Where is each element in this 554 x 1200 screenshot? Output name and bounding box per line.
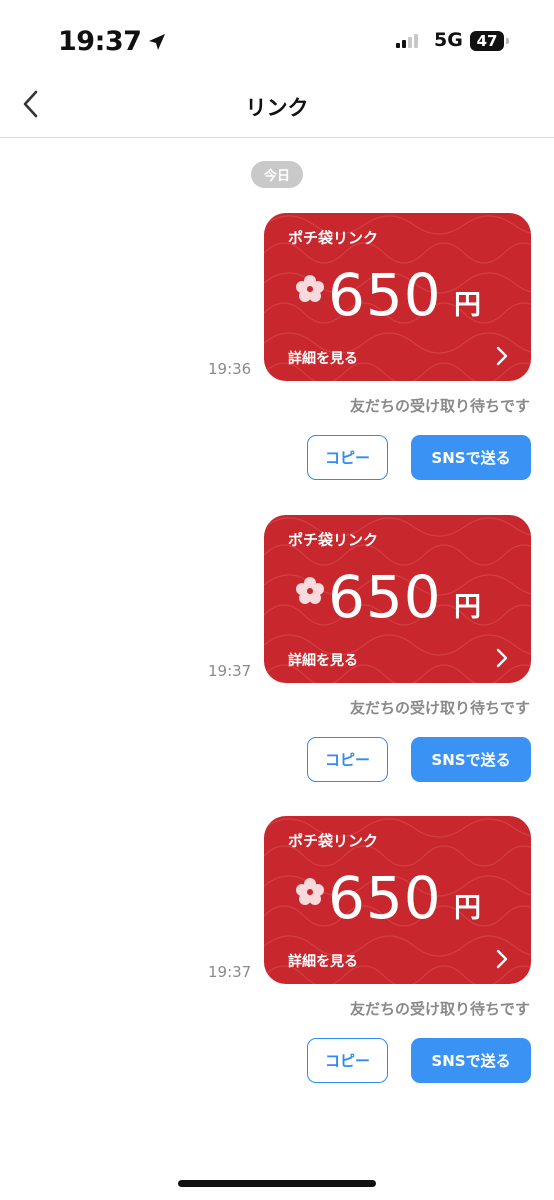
- message-time: 19:37: [208, 662, 252, 680]
- sns-send-button[interactable]: SNSで送る: [411, 435, 531, 480]
- plum-blossom-icon: [296, 878, 324, 905]
- network-type: 5G: [434, 29, 463, 51]
- date-chip: 今日: [251, 161, 303, 188]
- status-text: 友だちの受け取り待ちです: [349, 397, 530, 415]
- status-text: 友だちの受け取り待ちです: [349, 699, 530, 717]
- battery-indicator: 47: [470, 31, 509, 51]
- message-time: 19:37: [208, 963, 252, 981]
- signal-icon: [396, 34, 418, 48]
- amount-value: 650: [328, 864, 442, 932]
- clock-text: 19:37: [58, 26, 142, 57]
- detail-link[interactable]: 詳細を見る: [288, 348, 358, 368]
- pochi-link-card[interactable]: ポチ袋リンク 650 円 詳細を見る: [264, 515, 531, 683]
- status-time: 19:37: [58, 26, 167, 57]
- detail-link[interactable]: 詳細を見る: [288, 650, 358, 670]
- message-item: 19:37 ポチ袋リンク 650 円 詳細を見る 友だちの受け取り待ちです コピ…: [0, 816, 554, 1096]
- message-item: 19:36 ポチ袋リンク 650 円 詳細を見る 友だちの受け取り待ちです コピ…: [0, 213, 554, 493]
- copy-button[interactable]: コピー: [307, 1038, 388, 1083]
- page-title: リンク: [245, 96, 309, 120]
- card-label: ポチ袋リンク: [288, 832, 379, 850]
- amount-value: 650: [328, 261, 442, 329]
- location-arrow-icon: [149, 33, 166, 50]
- pochi-link-card[interactable]: ポチ袋リンク 650 円 詳細を見る: [264, 816, 531, 984]
- chevron-right-icon: [496, 949, 508, 969]
- message-time: 19:36: [208, 360, 252, 378]
- status-bar: 19:37 5G 47: [0, 0, 554, 72]
- sns-send-button[interactable]: SNSで送る: [411, 737, 531, 782]
- copy-button[interactable]: コピー: [307, 435, 388, 480]
- currency-label: 円: [454, 290, 481, 321]
- copy-button[interactable]: コピー: [307, 737, 388, 782]
- currency-label: 円: [454, 893, 481, 924]
- card-label: ポチ袋リンク: [288, 531, 379, 549]
- detail-link[interactable]: 詳細を見る: [288, 951, 358, 971]
- plum-blossom-icon: [296, 275, 324, 302]
- chevron-right-icon: [496, 346, 508, 366]
- card-label: ポチ袋リンク: [288, 229, 379, 247]
- sns-send-button[interactable]: SNSで送る: [411, 1038, 531, 1083]
- amount-value: 650: [328, 563, 442, 631]
- currency-label: 円: [454, 592, 481, 623]
- nav-bar: リンク: [0, 72, 554, 138]
- status-text: 友だちの受け取り待ちです: [349, 1000, 530, 1018]
- chevron-right-icon: [496, 648, 508, 668]
- message-item: 19:37 ポチ袋リンク 650 円 詳細を見る 友だちの受け取り待ちです コピ…: [0, 515, 554, 795]
- home-indicator: [178, 1180, 376, 1187]
- pochi-link-card[interactable]: ポチ袋リンク 650 円 詳細を見る: [264, 213, 531, 381]
- plum-blossom-icon: [296, 577, 324, 604]
